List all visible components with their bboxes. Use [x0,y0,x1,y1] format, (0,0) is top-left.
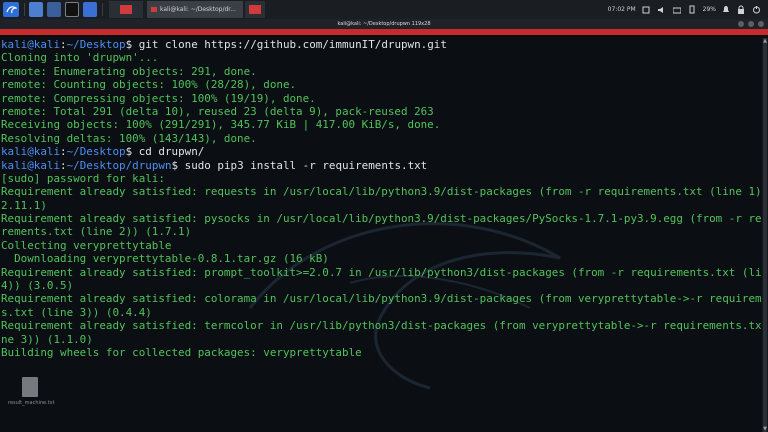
output-line: remote: Total 291 (delta 10), reused 23 … [1,104,434,118]
scroll-down-arrow-icon[interactable]: ▼ [762,426,768,432]
terminal-icon [120,5,132,14]
tab-bar-accent [0,29,768,35]
maximize-button[interactable] [748,21,754,27]
output-line: remote: Compressing objects: 100% (19/19… [1,91,316,105]
notifications-icon[interactable] [642,6,650,14]
battery-icon[interactable] [688,5,696,14]
prompt-user: kali [1,145,28,159]
output-line: Collecting veryprettytable [1,238,172,252]
terminal-icon [249,5,261,14]
prompt-dollar: $ [125,38,139,51]
terminal-icon [151,7,157,12]
minimize-button[interactable] [738,21,744,27]
command-text: cd drupwn/ [138,145,205,159]
command-text: git clone https://github.com/immunIT/dru… [138,38,447,51]
terminal-lines: kali@kali:~/Desktop$ git clone https://g… [1,38,762,359]
output-line: Downloading veryprettytable-0.8.1.tar.gz… [1,252,329,266]
system-tray: 07:02 PM 29% [608,0,768,19]
prompt-line: kali@kali:~/Desktop$ cd drupwn/ [1,145,762,158]
output-line: s.txt (line 3)) (0.4.4) [1,305,152,319]
window-title: kali@kali: ~/Desktop/drupwn 119x28 [337,21,431,27]
taskbar-separator [24,3,25,16]
taskbar-window-label: kali@kali: ~/Desktop/dr... [160,6,236,13]
clock[interactable]: 07:02 PM [608,6,636,13]
output-line: ne 3)) (1.1.0) [1,332,93,346]
prompt-path: ~/Desktop [66,38,126,51]
prompt-host: kali [33,158,61,172]
taskbar-window-terminal-2[interactable]: kali@kali: ~/Desktop/dr... [147,1,243,18]
output-line: 2.11.1) [1,198,47,212]
output-line: Requirement already satisfied: pysocks i… [1,212,762,226]
scroll-up-arrow-icon[interactable]: ▲ [762,38,768,44]
output-line: Requirement already satisfied: prompt_to… [1,265,762,279]
battery-percent: 29% [702,6,716,13]
text-file-icon [22,377,38,397]
prompt-dollar: $ [171,158,185,172]
taskbar-separator [102,3,103,16]
show-desktop-icon[interactable] [29,2,43,17]
desktop-file[interactable]: result_machine.txt [8,377,55,425]
terminal-output[interactable]: kali@kali:~/Desktop$ git clone https://g… [0,38,762,432]
browser-icon[interactable] [83,2,97,17]
window-titlebar[interactable]: kali@kali: ~/Desktop/drupwn 119x28 [0,19,768,29]
power-icon[interactable] [752,5,761,14]
close-button[interactable] [758,21,764,27]
taskbar-window-terminal-3[interactable] [245,1,265,18]
taskbar: kali@kali: ~/Desktop/dr... 07:02 PM 29% [0,0,768,19]
output-line: Building wheels for collected packages: … [1,345,362,359]
window-controls [734,21,764,27]
output-line: [sudo] password for kali: [1,171,165,185]
prompt-path: ~/Desktop [66,145,126,159]
prompt-path: ~/Desktop/drupwn [66,158,172,172]
network-icon[interactable] [672,6,681,14]
terminal-scrollbar[interactable]: ▲ ▼ [762,38,768,432]
output-line: Cloning into 'drupwn'... [1,51,159,65]
prompt-line: kali@kali:~/Desktop/drupwn$ sudo pip3 in… [1,159,762,172]
terminal-launcher-icon[interactable] [65,2,79,17]
file-manager-icon[interactable] [47,2,61,17]
output-line: Resolving deltas: 100% (143/143), done. [1,131,257,145]
prompt-user: kali [1,38,28,51]
lock-icon[interactable] [737,5,745,14]
output-line: remote: Counting objects: 100% (28/28), … [1,78,297,92]
scrollbar-thumb[interactable] [763,38,767,432]
output-line: Requirement already satisfied: requests … [1,185,762,199]
prompt-user: kali [1,158,28,172]
prompt-host: kali [33,145,61,159]
volume-icon[interactable] [657,6,666,14]
command-text: sudo pip3 install -r requirements.txt [184,158,428,172]
kali-menu-icon[interactable] [3,2,19,17]
taskbar-window-terminal-1[interactable] [109,1,143,18]
prompt-line: kali@kali:~/Desktop$ git clone https://g… [1,38,762,51]
output-line: Receiving objects: 100% (291/291), 345.7… [1,118,441,132]
output-line: Requirement already satisfied: termcolor… [1,319,762,333]
prompt-host: kali [33,38,61,51]
bell-icon[interactable] [722,5,730,14]
output-line: rements.txt (line 2)) (1.7.1) [1,225,192,239]
output-line: Requirement already satisfied: colorama … [1,292,762,306]
output-line: remote: Enumerating objects: 291, done. [1,64,257,78]
desktop-file-label: result_machine.txt [8,400,55,406]
output-line: 4)) (3.0.5) [1,279,74,293]
prompt-dollar: $ [125,145,139,159]
